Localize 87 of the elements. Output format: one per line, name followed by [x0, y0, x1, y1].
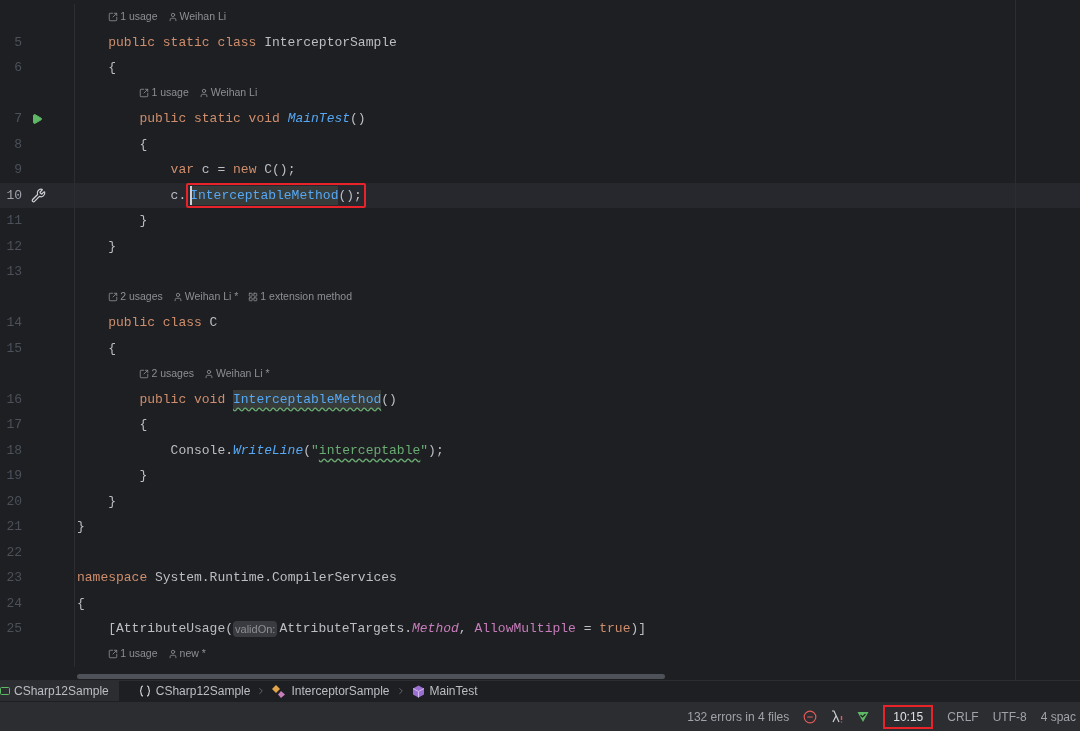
code-token: public static void — [139, 110, 281, 128]
person-icon — [167, 11, 178, 22]
cube-icon — [411, 684, 425, 698]
code-token: ); — [428, 441, 444, 460]
code-token: } — [77, 518, 85, 536]
code-token: AllowMultiple — [474, 620, 576, 638]
code-token: C — [209, 314, 218, 332]
code-token: ( — [303, 441, 312, 460]
breadcrumb-item[interactable]: InterceptorSample — [291, 682, 390, 700]
code-token: } — [139, 212, 148, 230]
code-token: () — [350, 110, 366, 128]
horizontal-scrollbar[interactable] — [77, 674, 665, 679]
code-token: , — [458, 620, 468, 638]
code-token: () — [381, 390, 397, 409]
code-token: public static class — [108, 33, 258, 52]
code-vision-hint[interactable]: Weihan Li * — [216, 365, 270, 382]
file-encoding[interactable]: UTF-8 — [992, 707, 1027, 726]
code-token: true — [599, 620, 631, 638]
code-token: [AttributeUsage( — [108, 620, 233, 638]
code-vision-hint[interactable]: 2 usages — [120, 289, 163, 306]
code-token: { — [139, 135, 148, 154]
code-token: var — [170, 161, 195, 179]
line-number: 10 — [5, 186, 22, 205]
usages-icon — [139, 368, 150, 379]
usages-icon — [139, 88, 150, 99]
code-token: Method — [412, 620, 459, 638]
class-icon — [272, 684, 287, 698]
code-token: System.Runtime.CompilerServices — [155, 569, 397, 587]
shield-check-icon[interactable] — [857, 710, 870, 723]
code-token: public class — [108, 314, 203, 332]
grid-icon — [248, 292, 259, 303]
code-token: namespace — [77, 569, 149, 587]
code-token: c = — [201, 161, 227, 179]
code-token: InterceptableMethod — [190, 185, 339, 205]
usages-icon — [108, 11, 119, 22]
code-token: Console. — [170, 441, 233, 460]
caret-position[interactable]: 10:15 — [883, 704, 934, 729]
lambda-icon[interactable] — [831, 710, 844, 723]
code-vision-hint[interactable]: 1 usage — [120, 8, 158, 25]
code-token: } — [108, 492, 116, 511]
person-icon — [172, 292, 183, 303]
breadcrumb-item[interactable]: CSharp12Sample — [155, 682, 251, 700]
wrench-icon[interactable] — [31, 187, 46, 203]
code-vision-hint[interactable]: 1 usage — [151, 85, 189, 102]
person-icon — [198, 88, 209, 99]
person-icon — [204, 368, 214, 379]
code-token: " — [420, 441, 429, 460]
code-vision-hint[interactable]: 1 extension method — [260, 289, 352, 306]
breadcrumb-item[interactable]: MainTest — [429, 682, 478, 700]
run-icon[interactable] — [31, 112, 43, 125]
code-token: (); — [338, 186, 362, 205]
code-vision-hint[interactable]: 2 usages — [151, 365, 194, 382]
code-token: = — [582, 620, 593, 638]
code-token: { — [108, 59, 116, 77]
problems-status[interactable]: 132 errors in 4 files — [687, 707, 790, 726]
parameter-hint: validOn: — [233, 620, 278, 637]
indent-setting[interactable]: 4 spac — [1040, 707, 1076, 726]
code-token: WriteLine — [233, 441, 304, 460]
code-token: InterceptorSample — [264, 33, 397, 52]
code-token: interceptable — [318, 441, 421, 460]
braces-icon — [138, 685, 151, 697]
code-vision-hint[interactable]: 1 usage — [120, 646, 158, 663]
code-token: MainTest — [287, 110, 351, 128]
usages-icon — [108, 292, 119, 303]
project-tab[interactable]: CSharp12Sample — [0, 681, 119, 701]
code-token: )] — [630, 620, 647, 638]
code-token: { — [139, 416, 148, 434]
code-vision-hint[interactable]: Weihan Li * — [184, 289, 239, 306]
code-vision-hint[interactable]: new * — [179, 646, 206, 663]
code-token: AttributeTargets. — [279, 620, 412, 638]
code-token: { — [108, 339, 116, 358]
person-icon — [167, 649, 178, 660]
code-token: c. — [170, 186, 187, 205]
code-token: } — [108, 237, 116, 256]
project-icon — [0, 686, 10, 696]
usages-icon — [108, 649, 119, 660]
code-token: C(); — [264, 161, 296, 179]
code-token: } — [139, 467, 148, 485]
code-token: public void — [139, 390, 227, 409]
code-token: { — [77, 594, 85, 613]
line-ending[interactable]: CRLF — [947, 707, 979, 726]
code-token: new — [233, 161, 258, 179]
code-token: " — [311, 441, 319, 460]
code-vision-hint[interactable]: Weihan Li — [210, 85, 258, 102]
code-token: InterceptableMethod — [233, 389, 382, 409]
error-icon[interactable] — [803, 709, 818, 724]
code-vision-hint[interactable]: Weihan Li — [179, 8, 227, 25]
